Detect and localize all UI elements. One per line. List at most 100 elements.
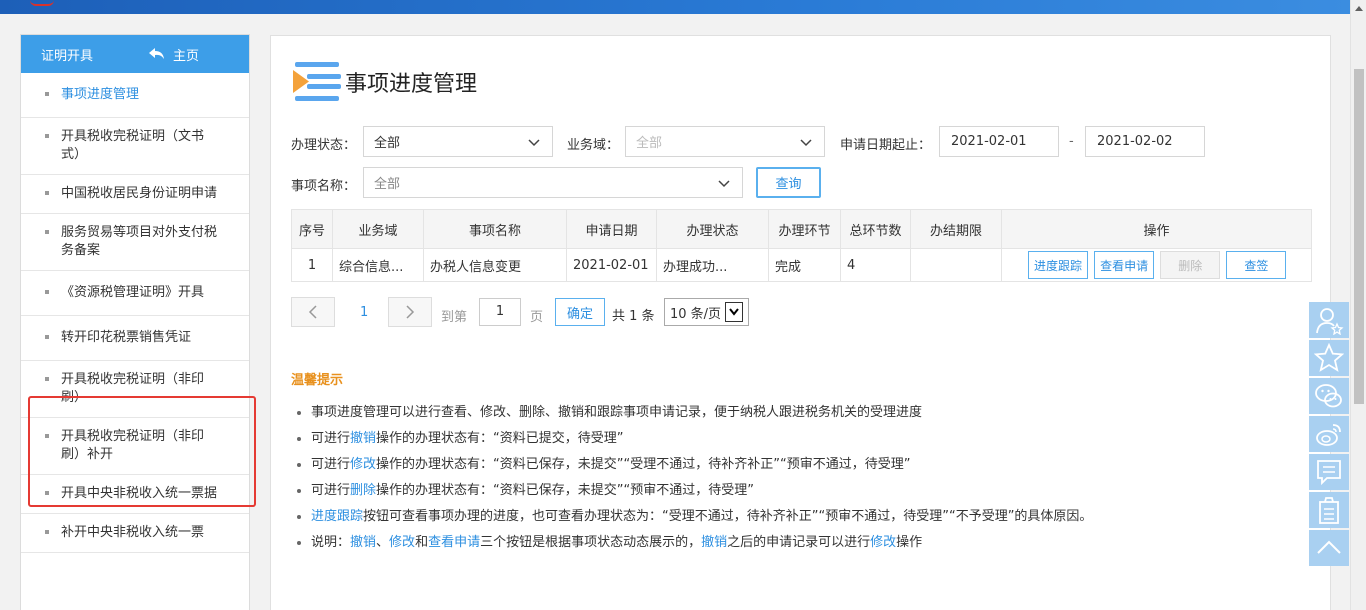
chevron-left-icon bbox=[308, 305, 317, 319]
tips-list: 事项进度管理可以进行查看、修改、删除、撤销和跟踪事项申请记录，便于纳税人跟进税务… bbox=[295, 404, 1092, 560]
tip-item: 事项进度管理可以进行查看、修改、删除、撤销和跟踪事项申请记录，便于纳税人跟进税务… bbox=[295, 404, 1092, 430]
column-header: 操作 bbox=[1001, 209, 1312, 249]
sidebar-item-central-nontax-receipt-reissue[interactable]: 补开中央非税收入统一票 bbox=[21, 514, 249, 553]
cell-status: 办理成功... bbox=[656, 248, 769, 282]
scroll-thumb[interactable] bbox=[1354, 69, 1364, 404]
column-header: 事项名称 bbox=[423, 209, 567, 249]
message-icon bbox=[1317, 460, 1341, 486]
view-application-button[interactable]: 查看申请 bbox=[1094, 251, 1155, 279]
sidebar-item-label: 开具税收完税证明（非印刷） bbox=[61, 372, 205, 405]
sidebar-item-resource-tax-certificate[interactable]: 《资源税管理证明》开具 bbox=[21, 271, 249, 316]
sidebar-item-stamp-tax-voucher[interactable]: 转开印花税票销售凭证 bbox=[21, 316, 249, 361]
column-header: 办理环节 bbox=[768, 209, 841, 249]
home-link[interactable]: 主页 bbox=[149, 45, 199, 64]
sidebar-item-label: 开具中央非税收入统一票据 bbox=[61, 486, 218, 501]
sidebar-item-label: 中国税收居民身份证明申请 bbox=[61, 186, 218, 201]
home-label: 主页 bbox=[173, 48, 200, 64]
cell-deadline bbox=[910, 248, 1002, 282]
query-button[interactable]: 查询 bbox=[756, 167, 821, 198]
sidebar-item-tax-certificate-nonprint-reissue[interactable]: 开具税收完税证明（非印刷）补开 bbox=[21, 418, 249, 475]
status-select[interactable]: 全部 bbox=[363, 126, 553, 157]
tip-text: 可进行 bbox=[311, 483, 351, 498]
bullet-icon bbox=[45, 377, 49, 381]
tip-text: 操作的办理状态有：“资料已保存，未提交”“预审不通过，待受理” bbox=[376, 483, 754, 498]
weibo-icon bbox=[1316, 424, 1341, 446]
bullet-icon bbox=[45, 434, 49, 438]
tip-keyword: 进度跟踪 bbox=[311, 509, 364, 524]
sidebar-header: 证明开具 主页 bbox=[21, 35, 249, 73]
goto-confirm-button[interactable]: 确定 bbox=[555, 298, 605, 326]
domain-value: 全部 bbox=[636, 136, 663, 151]
tip-item: 可进行删除操作的办理状态有：“资料已保存，未提交”“预审不通过，待受理” bbox=[295, 482, 1092, 508]
float-toolbar bbox=[1309, 302, 1349, 568]
column-header: 申请日期 bbox=[566, 209, 657, 249]
column-header: 办理状态 bbox=[656, 209, 769, 249]
date-separator: - bbox=[1069, 134, 1074, 149]
bullet-icon bbox=[45, 491, 49, 495]
tip-item: 可进行修改操作的办理状态有：“资料已保存，未提交”“受理不通过，待补齐补正”“预… bbox=[295, 456, 1092, 482]
user-center-button[interactable] bbox=[1309, 302, 1349, 338]
date-from-input[interactable]: 2021-02-01 bbox=[939, 126, 1059, 157]
tip-keyword: 撤销 bbox=[350, 431, 377, 446]
favorite-button[interactable] bbox=[1309, 340, 1349, 376]
page-scrollbar[interactable] bbox=[1350, 0, 1366, 610]
back-arrow-icon bbox=[149, 48, 165, 59]
prev-page-button[interactable] bbox=[291, 297, 335, 327]
cell-date: 2021-02-01 bbox=[566, 248, 657, 282]
page-header: 事项进度管理 bbox=[293, 62, 477, 102]
sidebar-item-label: 开具税收完税证明（非印刷）补开 bbox=[61, 429, 205, 462]
sidebar-item-service-trade-filing[interactable]: 服务贸易等项目对外支付税务备案 bbox=[21, 214, 249, 271]
sidebar-item-progress[interactable]: 事项进度管理 bbox=[21, 73, 249, 118]
next-page-button[interactable] bbox=[388, 297, 432, 327]
table-header-row: 序号 业务域 事项名称 申请日期 办理状态 办理环节 总环节数 办结期限 操作 bbox=[291, 209, 1312, 249]
table-row: 1 综合信息... 办税人信息变更 2021-02-01 办理成功... 完成 … bbox=[291, 248, 1312, 282]
tip-keyword: 查看申请 bbox=[428, 535, 481, 550]
sidebar-item-label: 《资源税管理证明》开具 bbox=[61, 285, 205, 300]
sidebar-item-tax-certificate-document[interactable]: 开具税收完税证明（文书式） bbox=[21, 118, 249, 175]
tip-text: 操作 bbox=[896, 535, 923, 550]
cell-domain: 综合信息... bbox=[332, 248, 424, 282]
sidebar: 证明开具 主页 事项进度管理 开具税收完税证明（文书式） 中国税收居民身份证明申… bbox=[20, 34, 250, 610]
tip-keyword: 删除 bbox=[350, 483, 377, 498]
back-to-top-icon bbox=[1317, 540, 1341, 554]
page-size-value: 10 条/页 bbox=[670, 306, 722, 322]
goto-page-input[interactable]: 1 bbox=[479, 298, 521, 326]
item-name-select[interactable]: 全部 bbox=[363, 167, 743, 198]
user-star-icon bbox=[1316, 308, 1344, 335]
wechat-button[interactable] bbox=[1309, 378, 1349, 414]
goto-label: 到第 bbox=[441, 310, 468, 325]
tip-keyword: 修改 bbox=[389, 535, 416, 550]
column-header: 业务域 bbox=[332, 209, 424, 249]
bullet-icon bbox=[45, 290, 49, 294]
back-to-top-button[interactable] bbox=[1309, 530, 1349, 566]
sidebar-item-residency-certificate[interactable]: 中国税收居民身份证明申请 bbox=[21, 175, 249, 214]
scroll-up-arrow-icon[interactable] bbox=[1351, 0, 1366, 16]
tip-keyword: 撤销 bbox=[350, 535, 377, 550]
sidebar-item-label: 服务贸易等项目对外支付税务备案 bbox=[61, 225, 218, 258]
clipboard-button[interactable] bbox=[1309, 492, 1349, 528]
star-icon bbox=[1314, 343, 1344, 372]
page-title: 事项进度管理 bbox=[345, 72, 478, 97]
sidebar-item-label: 开具税收完税证明（文书式） bbox=[61, 129, 205, 162]
sidebar-title: 证明开具 bbox=[41, 48, 94, 64]
sign-button[interactable]: 查签 bbox=[1226, 251, 1287, 279]
cell-name: 办税人信息变更 bbox=[423, 248, 567, 282]
sidebar-item-tax-certificate-nonprint[interactable]: 开具税收完税证明（非印刷） bbox=[21, 361, 249, 418]
item-name-value: 全部 bbox=[374, 177, 401, 192]
cell-no: 1 bbox=[291, 248, 333, 282]
sidebar-item-label: 补开中央非税收入统一票 bbox=[61, 525, 205, 540]
cell-actions: 进度跟踪 查看申请 删除 查签 bbox=[1001, 248, 1312, 282]
sidebar-item-central-nontax-receipt[interactable]: 开具中央非税收入统一票据 bbox=[21, 475, 249, 514]
track-button[interactable]: 进度跟踪 bbox=[1028, 251, 1088, 279]
delete-button[interactable]: 删除 bbox=[1160, 251, 1221, 279]
domain-select[interactable]: 全部 bbox=[625, 126, 825, 157]
tip-text: 操作的办理状态有：“资料已保存，未提交”“受理不通过，待补齐补正”“预审不通过，… bbox=[376, 457, 911, 472]
page-unit: 页 bbox=[530, 310, 544, 325]
current-page[interactable]: 1 bbox=[360, 305, 368, 320]
tip-text: 按钮可查看事项办理的进度，也可查看办理状态为：“受理不通过，待补齐补正”“预审不… bbox=[363, 509, 1093, 524]
message-button[interactable] bbox=[1309, 454, 1349, 490]
weibo-button[interactable] bbox=[1309, 416, 1349, 452]
page-size-select[interactable]: 10 条/页 bbox=[664, 298, 749, 326]
date-to-input[interactable]: 2021-02-02 bbox=[1085, 126, 1205, 157]
bullet-icon bbox=[45, 92, 49, 96]
